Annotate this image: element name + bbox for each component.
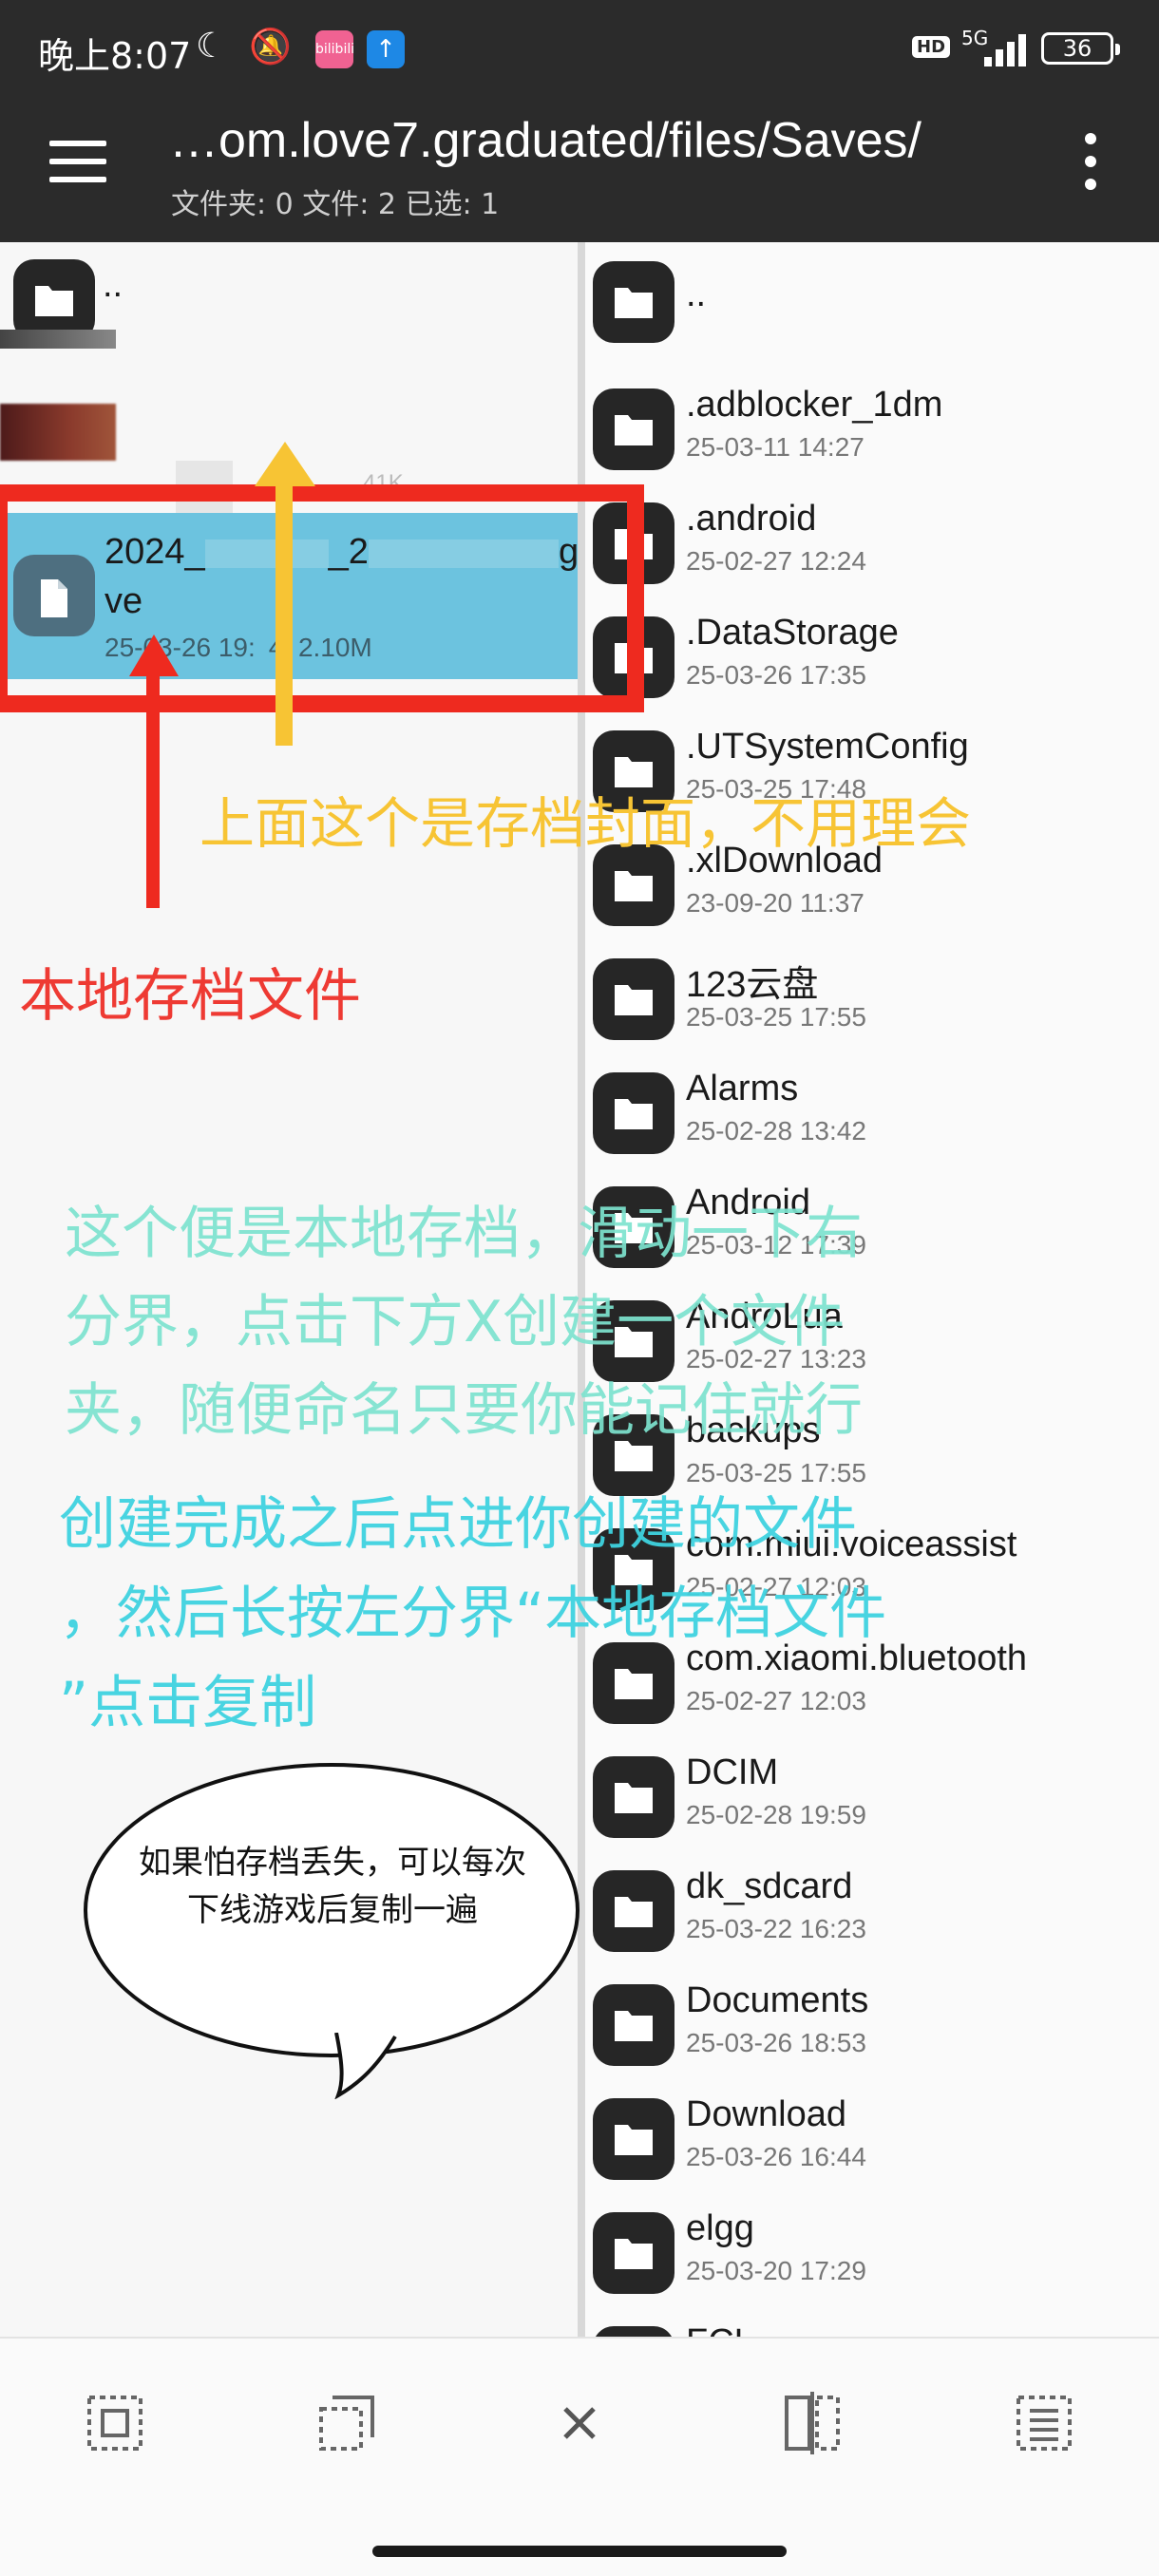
save-cover-thumbnail [0,404,116,461]
folder-date: 25-02-28 19:59 [686,1800,866,1829]
moon-icon: ☾ [196,27,227,66]
more-options-icon[interactable] [1081,133,1100,190]
folder-icon [593,958,674,1040]
current-path: …om.love7.graduated/files/Saves/ [169,113,922,168]
folder-icon [593,388,674,470]
folder-row[interactable]: .. [585,261,1159,375]
folder-name: .. [686,275,707,314]
annotation-step2-line2: ，然后长按左分界“本地存档文件 [59,1581,887,1647]
annotation-step2-line3: ”点击复制 [59,1670,317,1736]
folder-row[interactable]: .adblocker_1dm 25-03-11 14:27 [585,375,1159,489]
folder-name: .UTSystemConfig [686,727,969,767]
folder-row[interactable]: Alarms 25-02-28 13:42 [585,1059,1159,1173]
folder-name: .android [686,499,817,539]
folder-icon [593,2098,674,2180]
folder-name: .adblocker_1dm [686,385,943,425]
folder-date: 25-03-11 14:27 [686,432,864,462]
folder-row[interactable]: dk_sdcard 25-03-22 16:23 [585,1857,1159,1971]
folder-name: Alarms [686,1069,799,1108]
folder-date: 25-03-26 16:44 [686,2142,866,2171]
folder-row[interactable]: 123云盘 25-03-25 17:55 [585,945,1159,1059]
folder-row[interactable]: .android 25-02-27 12:24 [585,489,1159,603]
folder-name: Documents [686,1980,869,2020]
signal-icon [971,28,1028,66]
select-all-icon[interactable] [82,2390,148,2456]
folder-icon [593,1756,674,1838]
blurred-thumbnail [0,330,116,349]
folder-icon [593,261,674,343]
bilibili-app-icon: bilibili [315,30,354,68]
mute-icon: 🔕 [249,28,292,66]
folder-row[interactable]: Download 25-03-26 16:44 [585,2085,1159,2199]
split-pane-icon[interactable] [779,2390,846,2456]
selection-summary: 文件夹: 0 文件: 2 已选: 1 [171,188,500,221]
folder-date: 25-02-27 12:03 [686,1686,866,1715]
folder-date: 25-03-26 17:35 [686,660,866,690]
folder-date: 25-03-20 17:29 [686,2256,866,2285]
hd-badge: HD [912,36,951,58]
folder-row[interactable]: .DataStorage 25-03-26 17:35 [585,603,1159,717]
folder-row[interactable]: elgg 25-03-20 17:29 [585,2199,1159,2313]
list-item-name: .. [103,265,124,305]
folder-date: 25-03-22 16:23 [686,1914,866,1943]
select-range-icon[interactable] [314,2390,380,2456]
annotation-step1-line2: 分界，点击下方X创建一个文件 [65,1289,846,1355]
folder-name: 123云盘 [686,965,819,1005]
folder-name: elgg [686,2208,754,2248]
folder-date: 25-03-25 17:55 [686,1002,866,1032]
folder-icon [593,1642,674,1724]
list-menu-icon[interactable] [1011,2390,1077,2456]
folder-date: 23-09-20 11:37 [686,888,864,918]
speech-bubble-tail [334,2033,397,2099]
folder-name: Download [686,2094,846,2134]
status-bar: 晚上8:07 ☾ 🔕 bilibili ↑ HD 5G 36 [0,0,1159,95]
folder-name: DCIM [686,1752,779,1792]
hamburger-menu-icon[interactable] [49,141,106,182]
folder-icon [593,1984,674,2066]
folder-name: FCL [686,2322,754,2337]
folder-date: 25-02-28 13:42 [686,1116,866,1146]
folder-icon [593,2326,674,2337]
folder-icon [593,1870,674,1952]
annotation-step1-line3: 夹，随便命名只要你能记住就行 [65,1377,863,1444]
annotation-local-save: 本地存档文件 [19,963,361,1030]
bottom-action-bar [0,2337,1159,2576]
speech-bubble-text: 如果怕存档丢失，可以每次下线游戏后复制一遍 [139,1844,526,1929]
upload-app-icon: ↑ [367,30,405,68]
folder-row[interactable]: FCL [585,2313,1159,2337]
home-indicator[interactable] [372,2546,787,2557]
folder-name: .DataStorage [686,613,899,653]
annotation-step1-line1: 这个便是本地存档，滑动一下右 [65,1201,863,1267]
status-time: 晚上8:07 [38,35,192,77]
folder-date: 25-03-26 18:53 [686,2028,866,2057]
app-top-bar: 晚上8:07 ☾ 🔕 bilibili ↑ HD 5G 36 …om.love7… [0,0,1159,242]
annotation-step2-line1: 创建完成之后点进你创建的文件 [59,1491,857,1558]
highlight-box-red [0,484,644,712]
close-icon[interactable] [546,2390,613,2456]
folder-date: 25-02-27 12:24 [686,546,866,576]
folder-icon [593,2212,674,2294]
folder-row[interactable]: DCIM 25-02-28 19:59 [585,1743,1159,1857]
folder-icon [593,1072,674,1154]
folder-row[interactable]: Documents 25-03-26 18:53 [585,1971,1159,2085]
battery-icon: 36 [1041,32,1120,65]
annotation-cover-note: 上面这个是存档封面，不用理会 [200,791,972,856]
folder-name: dk_sdcard [686,1866,853,1906]
